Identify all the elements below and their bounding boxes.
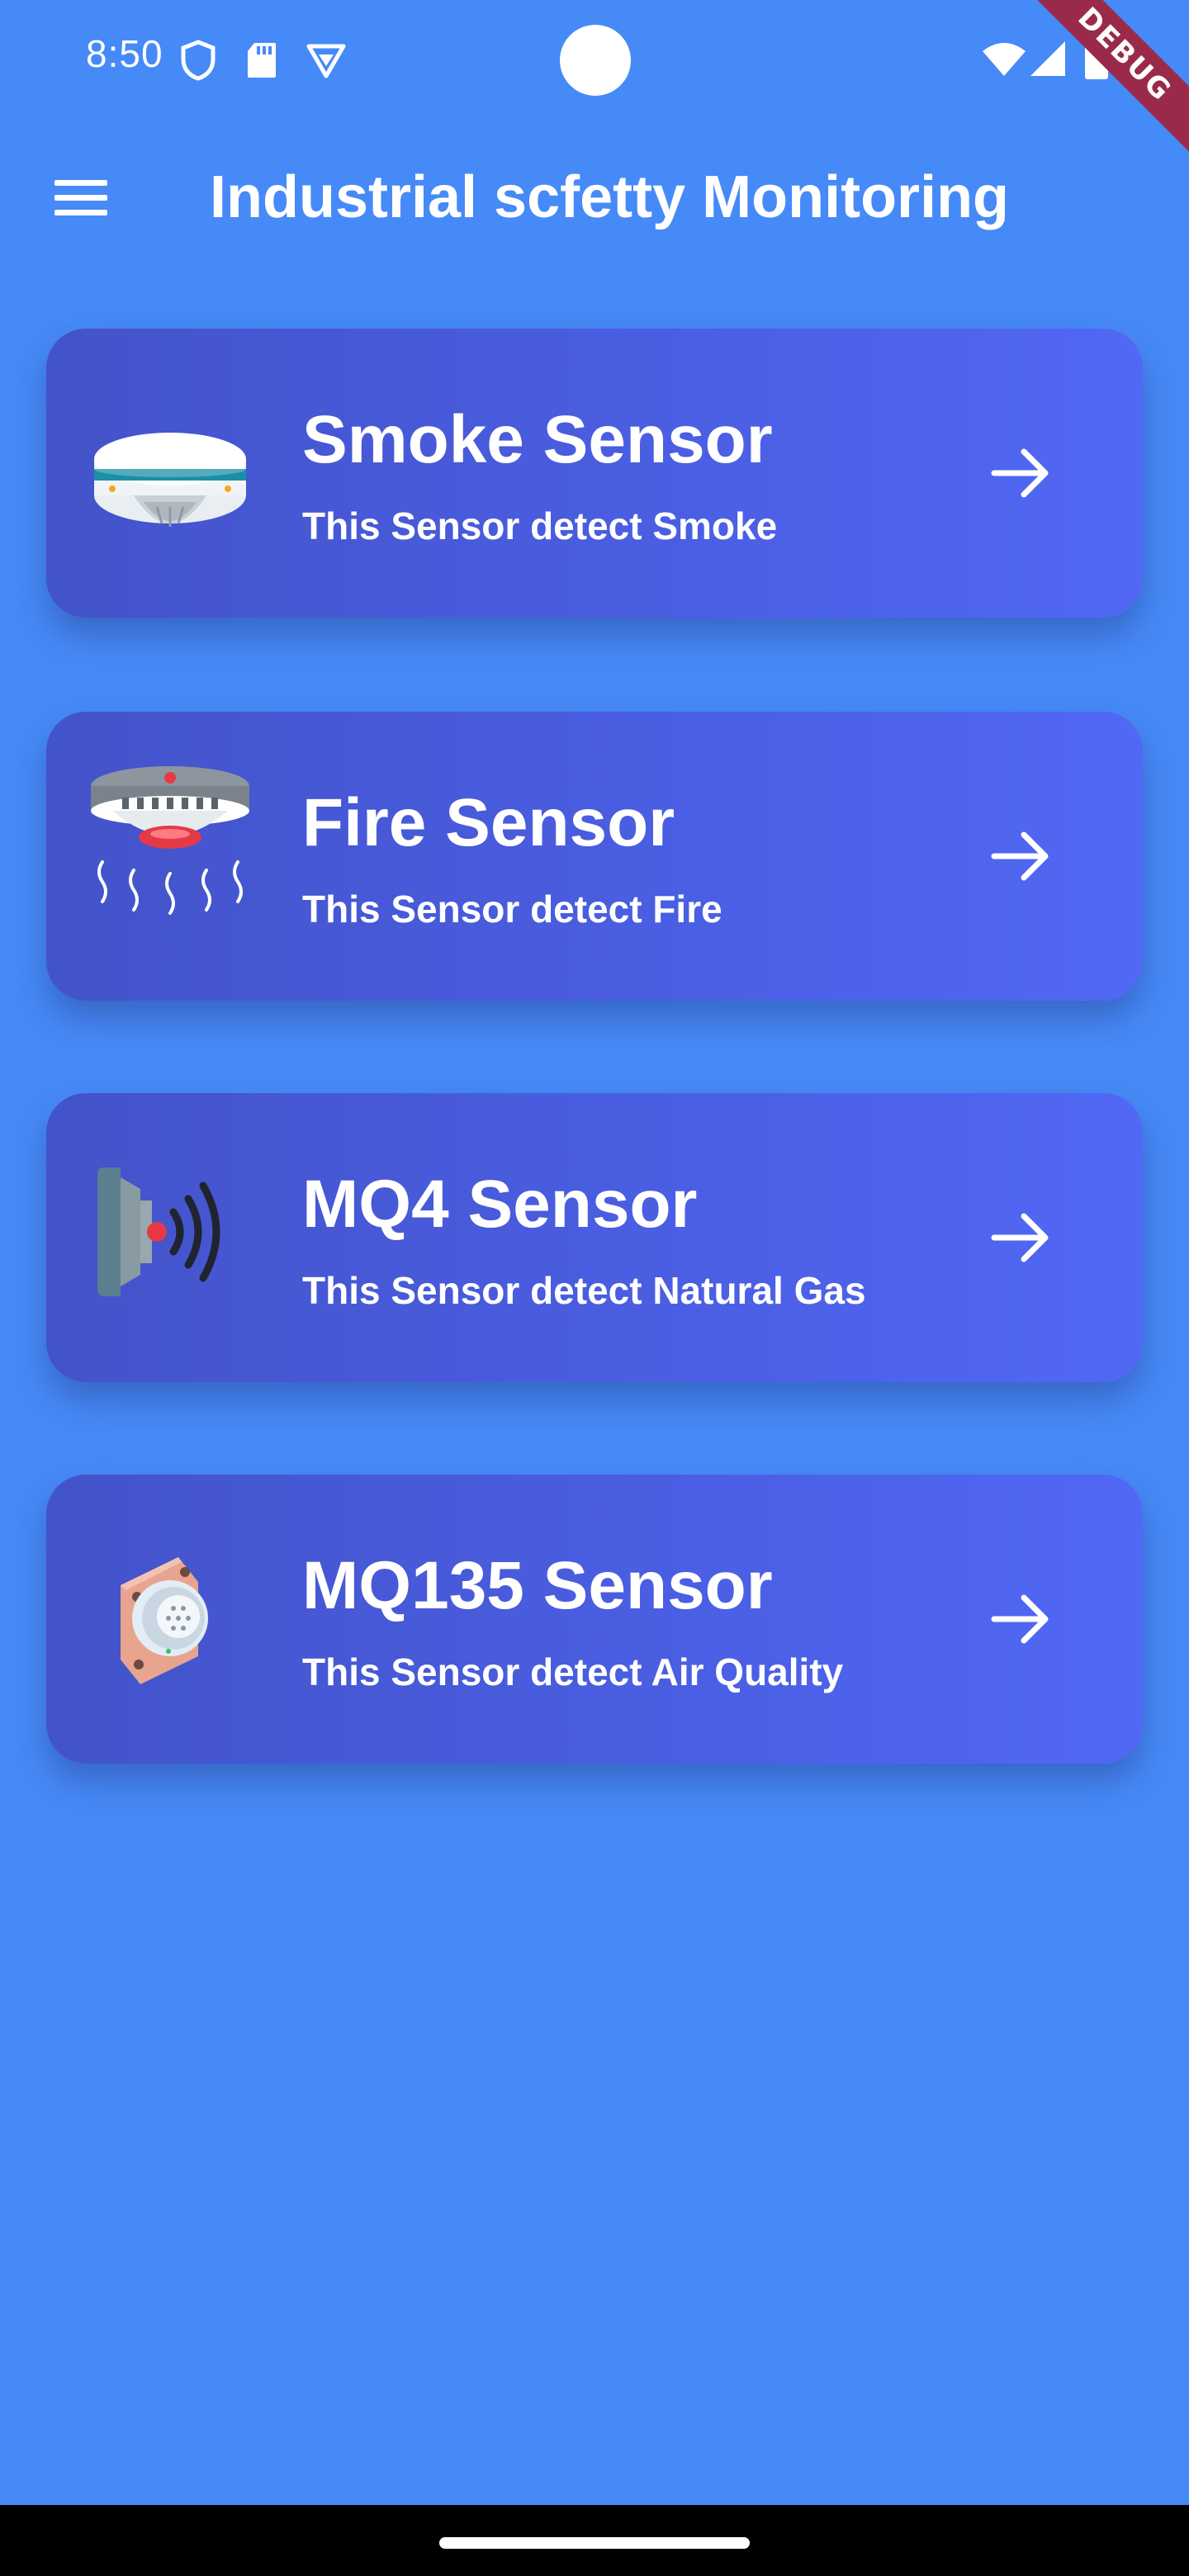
air-quality-sensor-icon (88, 1532, 253, 1706)
front-camera (560, 25, 631, 96)
vpn-icon (306, 43, 347, 83)
sd-card-icon (246, 41, 277, 83)
sensor-card-smoke[interactable]: Smoke Sensor This Sensor detect Smoke (46, 329, 1143, 618)
gas-sensor-icon (88, 1151, 253, 1324)
sensor-subtitle: This Sensor detect Fire (302, 888, 722, 930)
hamburger-menu-icon (54, 178, 107, 222)
shield-icon (180, 40, 216, 85)
fire-detector-icon (88, 761, 253, 935)
home-gesture-handle[interactable] (439, 2537, 750, 2549)
arrow-right-icon[interactable] (988, 1205, 1054, 1271)
arrow-right-icon[interactable] (988, 1586, 1054, 1652)
status-time: 8:50 (86, 32, 163, 75)
status-bar: 8:50 (0, 0, 1189, 124)
arrow-right-icon[interactable] (988, 823, 1054, 889)
arrow-right-icon[interactable] (988, 440, 1054, 506)
sensor-card-fire[interactable]: Fire Sensor This Sensor detect Fire (46, 712, 1143, 1001)
sensor-subtitle: This Sensor detect Smoke (302, 504, 778, 547)
sensor-title: Fire Sensor (302, 785, 675, 860)
sensor-subtitle: This Sensor detect Natural Gas (302, 1269, 866, 1312)
app-screen: 8:50 DEBUG Industrial scfetty Monitoring… (0, 0, 1189, 2576)
signal-icon (1029, 40, 1067, 82)
sensor-title: MQ4 Sensor (302, 1167, 698, 1242)
page-title: Industrial scfetty Monitoring (210, 164, 1010, 230)
sensor-subtitle: This Sensor detect Air Quality (302, 1650, 844, 1693)
sensor-card-mq135[interactable]: MQ135 Sensor This Sensor detect Air Qual… (46, 1475, 1143, 1764)
sensor-card-mq4[interactable]: MQ4 Sensor This Sensor detect Natural Ga… (46, 1093, 1143, 1382)
sensor-title: Smoke Sensor (302, 402, 773, 477)
wifi-icon (981, 41, 1027, 82)
sensor-title: MQ135 Sensor (302, 1548, 773, 1623)
menu-button[interactable] (46, 165, 116, 234)
smoke-detector-icon (88, 386, 253, 560)
